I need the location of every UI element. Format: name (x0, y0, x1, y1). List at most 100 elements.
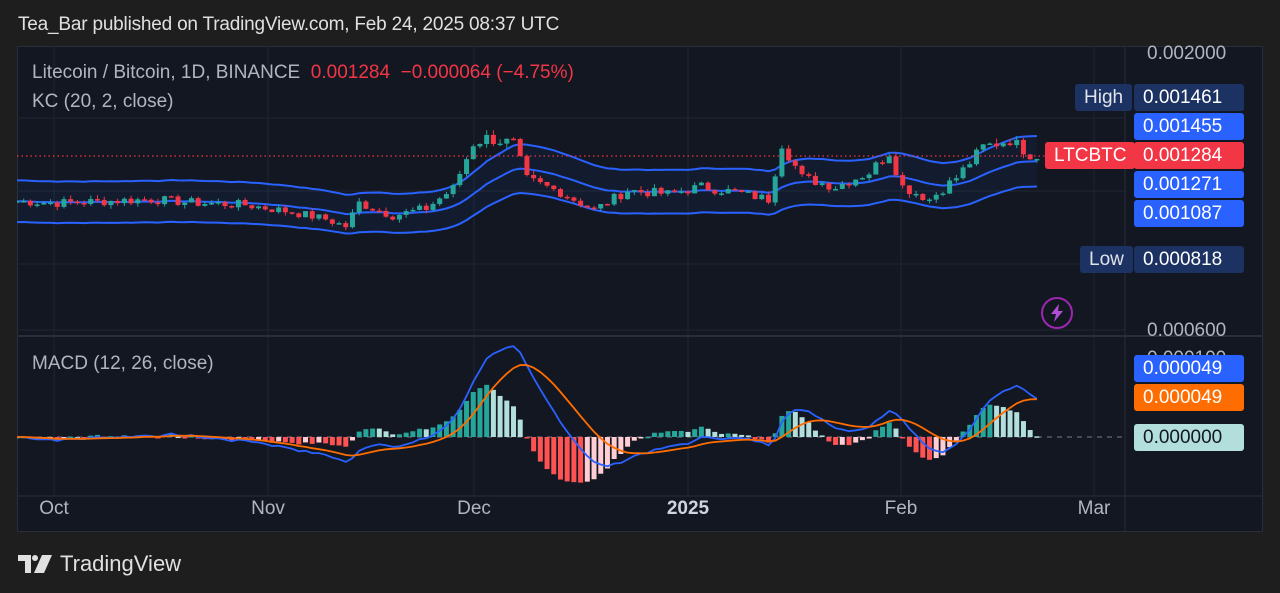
candle-body (209, 202, 215, 205)
candle-body (256, 206, 262, 209)
macd-histogram-bar (383, 431, 389, 437)
candle-body (303, 211, 309, 218)
macd-histogram-bar (504, 400, 510, 437)
macd-histogram-bar (913, 437, 919, 453)
candle-body (665, 190, 671, 194)
candle-body (611, 193, 617, 205)
candle-body (873, 162, 879, 175)
kc-legend[interactable]: KC (20, 2, close) (32, 91, 174, 113)
candle-body (893, 156, 899, 176)
candle-body (967, 164, 973, 168)
candle-body (1020, 139, 1026, 155)
macd-legend[interactable]: MACD (12, 26, close) (32, 353, 214, 375)
candle-body (470, 146, 476, 160)
macd-histogram-bar (309, 437, 315, 444)
macd-histogram-bar (745, 435, 751, 437)
macd-histogram-bar (370, 428, 376, 437)
macd-histogram-bar (296, 437, 302, 445)
candle-body (443, 194, 449, 199)
candle-body (235, 199, 241, 208)
macd-histogram-bar (792, 411, 798, 437)
candle-body (685, 191, 691, 194)
candle-body (74, 201, 80, 204)
low-label: Low (1080, 246, 1133, 273)
macd-histogram-bar (497, 395, 503, 437)
candle-body (557, 189, 563, 197)
macd-histogram-bar (866, 437, 872, 439)
publisher-line: Tea_Bar published on TradingView.com, Fe… (18, 14, 560, 35)
candle-body (806, 174, 812, 176)
macd-histogram-bar (678, 430, 684, 437)
tradingview-logo-icon (18, 555, 52, 573)
candle-body (1000, 143, 1006, 147)
candle-body (953, 178, 959, 181)
chart-canvas[interactable] (17, 46, 1263, 532)
macd-histogram-bar (363, 429, 369, 437)
candle-body (115, 200, 121, 204)
candle-body (497, 143, 503, 146)
signal-line (17, 364, 1037, 457)
candle-body (625, 191, 631, 200)
candle-body (779, 148, 785, 177)
macd-histogram-bar (343, 437, 349, 447)
macd-histogram-bar (692, 429, 698, 437)
candle-body (598, 204, 604, 209)
candle-body (262, 206, 268, 210)
macd-histogram-bar (839, 437, 845, 445)
candle-body (692, 185, 698, 194)
tradingview-brand[interactable]: TradingView (18, 551, 181, 577)
candle-body (323, 214, 329, 220)
candle-body (1007, 143, 1013, 146)
macd-histogram-bar (953, 437, 959, 441)
candle-body (437, 198, 443, 204)
candle-body (383, 210, 389, 217)
macd-histogram-bar (349, 437, 355, 441)
candle-body (933, 194, 939, 200)
candle-body (571, 197, 577, 201)
last-price-tag: 0.001284 (1134, 142, 1244, 169)
time-label-oct: Oct (39, 498, 69, 519)
macd-histogram-bar (564, 437, 570, 482)
macd-histogram-bar (880, 426, 886, 437)
macd-histogram-bar (698, 426, 704, 437)
macd-histogram-bar (947, 437, 953, 448)
grid (17, 46, 1263, 532)
candle-body (544, 182, 550, 186)
candle-body (349, 212, 355, 228)
price-change: −0.000064 (−4.75%) (400, 62, 574, 83)
macd-histogram-bar (638, 437, 644, 439)
candle-body (792, 160, 798, 166)
candle-body (698, 182, 704, 186)
candle-body (249, 205, 255, 209)
macd-histogram-bar (396, 434, 402, 437)
candle-body (678, 191, 684, 193)
macd-histogram-bar (282, 437, 288, 443)
candle-body (17, 201, 20, 203)
time-label-feb: Feb (884, 498, 918, 519)
candle-body (745, 191, 751, 193)
candle-body (135, 199, 141, 204)
macd-histogram-bar (819, 435, 825, 437)
symbol-title: Litecoin / Bitcoin, 1D, BINANCE (32, 62, 301, 83)
candle-body (88, 199, 94, 204)
candle-body (725, 188, 731, 194)
macd-histogram-bar (658, 432, 664, 437)
candle-body (584, 205, 590, 208)
candle-body (645, 192, 651, 197)
macd-histogram-bar (329, 437, 335, 446)
macd-histogram-bar (1034, 436, 1040, 438)
macd-histogram-bar (725, 433, 731, 437)
candle-body (396, 214, 402, 220)
candle-body (188, 198, 194, 203)
candle-body (980, 144, 986, 150)
candle-body (202, 203, 208, 206)
macd-histogram-bar (276, 437, 282, 442)
candle-body (947, 180, 953, 194)
candle-body (430, 203, 436, 210)
macd-histogram-bar (719, 433, 725, 437)
macd-histogram-bar (651, 432, 657, 437)
lightning-icon[interactable] (1041, 297, 1073, 329)
candle-body (772, 176, 778, 203)
candle-body (229, 206, 235, 208)
candle-body (658, 187, 664, 194)
